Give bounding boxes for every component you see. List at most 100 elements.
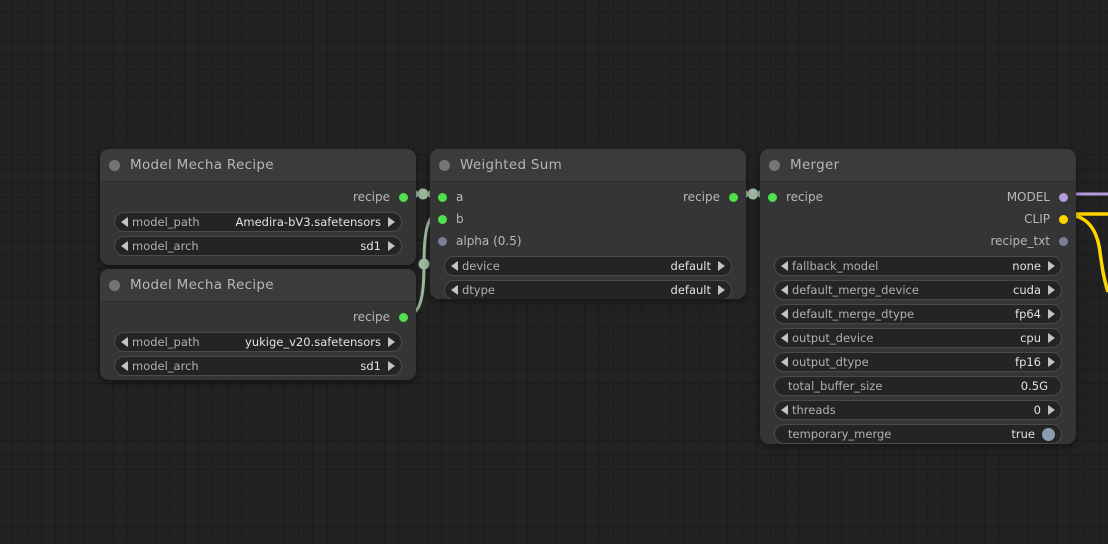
chevron-right-icon[interactable]	[388, 361, 395, 371]
widget-label: default_merge_dtype	[792, 307, 915, 321]
widget-value: yukige_v20.safetensors	[245, 335, 381, 349]
widget-label: model_path	[132, 335, 200, 349]
widget-label: model_path	[132, 215, 200, 229]
node-header[interactable]: Merger	[760, 149, 1076, 182]
widget-label: dtype	[462, 283, 495, 297]
output-socket-recipe-txt[interactable]	[1059, 236, 1068, 246]
output-socket-recipe[interactable]	[399, 192, 408, 202]
node-header[interactable]: Weighted Sum	[430, 149, 746, 182]
collapse-dot-icon[interactable]	[109, 159, 120, 171]
widget-label: threads	[792, 403, 836, 417]
chevron-right-icon[interactable]	[1048, 405, 1055, 415]
chevron-right-icon[interactable]	[1048, 285, 1055, 295]
chevron-right-icon[interactable]	[718, 261, 725, 271]
widget-value: fp16	[1015, 355, 1041, 369]
chevron-left-icon[interactable]	[781, 333, 788, 343]
chevron-right-icon[interactable]	[388, 217, 395, 227]
node-model-mecha-recipe-2[interactable]: Model Mecha Recipe recipe model_path yuk…	[100, 269, 416, 380]
widget-value: fp64	[1015, 307, 1041, 321]
output-slot-recipe[interactable]: recipe	[100, 306, 416, 328]
output-label: recipe	[683, 190, 720, 204]
widget-label: output_device	[792, 331, 874, 345]
node-body: recipe MODEL CLIP recipe_txt fallback_mo…	[760, 182, 1076, 444]
chevron-right-icon[interactable]	[388, 337, 395, 347]
node-weighted-sum[interactable]: Weighted Sum a recipe b alpha (0.5) devi…	[430, 149, 746, 299]
widget-model-arch[interactable]: model_arch sd1	[114, 356, 402, 376]
input-slot-b[interactable]: b	[430, 208, 746, 230]
link-midpoint-marker-b[interactable]	[418, 258, 430, 270]
widget-output-device[interactable]: output_device cpu	[774, 328, 1062, 348]
chevron-left-icon[interactable]	[451, 285, 458, 295]
node-merger[interactable]: Merger recipe MODEL CLIP recipe_txt fall…	[760, 149, 1076, 444]
widget-model-path[interactable]: model_path Amedira-bV3.safetensors	[114, 212, 402, 232]
output-socket-recipe[interactable]	[399, 312, 408, 322]
output-slot-model[interactable]: MODEL	[760, 186, 1076, 208]
output-slot-recipe[interactable]: recipe	[100, 186, 416, 208]
input-label: alpha (0.5)	[456, 234, 522, 248]
input-socket-b[interactable]	[438, 214, 447, 224]
link-midpoint-marker-a[interactable]	[416, 188, 430, 200]
collapse-dot-icon[interactable]	[109, 279, 120, 291]
output-label: MODEL	[1006, 190, 1050, 204]
widget-default-merge-device[interactable]: default_merge_device cuda	[774, 280, 1062, 300]
widget-label: total_buffer_size	[788, 379, 883, 393]
node-title: Merger	[790, 157, 840, 173]
widget-dtype[interactable]: dtype default	[444, 280, 732, 299]
collapse-dot-icon[interactable]	[769, 159, 780, 171]
input-socket-alpha[interactable]	[438, 236, 447, 246]
output-slot-recipe[interactable]: recipe	[430, 186, 746, 208]
chevron-left-icon[interactable]	[121, 217, 128, 227]
widget-default-merge-dtype[interactable]: default_merge_dtype fp64	[774, 304, 1062, 324]
chevron-left-icon[interactable]	[781, 309, 788, 319]
chevron-left-icon[interactable]	[781, 261, 788, 271]
widget-label: model_arch	[132, 239, 199, 253]
widget-value: sd1	[360, 359, 381, 373]
toggle-switch-icon[interactable]	[1042, 427, 1055, 441]
chevron-right-icon[interactable]	[718, 285, 725, 295]
node-header[interactable]: Model Mecha Recipe	[100, 149, 416, 182]
chevron-left-icon[interactable]	[121, 361, 128, 371]
widget-device[interactable]: device default	[444, 256, 732, 276]
widget-total-buffer-size[interactable]: total_buffer_size 0.5G	[774, 376, 1062, 396]
chevron-right-icon[interactable]	[388, 241, 395, 251]
node-header[interactable]: Model Mecha Recipe	[100, 269, 416, 302]
chevron-right-icon[interactable]	[1048, 357, 1055, 367]
widget-model-arch[interactable]: model_arch sd1	[114, 236, 402, 256]
node-graph-canvas[interactable]: Model Mecha Recipe recipe model_path Ame…	[0, 0, 1108, 544]
widget-value: none	[1012, 259, 1041, 273]
widget-threads[interactable]: threads 0	[774, 400, 1062, 420]
output-socket-clip[interactable]	[1059, 214, 1068, 224]
widget-value: cuda	[1013, 283, 1041, 297]
chevron-left-icon[interactable]	[121, 241, 128, 251]
output-slot-recipe-txt[interactable]: recipe_txt	[760, 230, 1076, 252]
output-socket-recipe[interactable]	[729, 192, 738, 202]
widget-temporary-merge[interactable]: temporary_merge true	[774, 424, 1062, 444]
widget-value: 0.5G	[1020, 379, 1048, 393]
link-midpoint-marker-merger[interactable]	[746, 188, 760, 200]
widget-label: device	[462, 259, 500, 273]
widget-value: 0	[1033, 403, 1041, 417]
chevron-left-icon[interactable]	[781, 285, 788, 295]
widget-fallback-model[interactable]: fallback_model none	[774, 256, 1062, 276]
chevron-right-icon[interactable]	[1048, 309, 1055, 319]
widget-output-dtype[interactable]: output_dtype fp16	[774, 352, 1062, 372]
widget-model-path[interactable]: model_path yukige_v20.safetensors	[114, 332, 402, 352]
widget-label: temporary_merge	[788, 427, 892, 441]
output-slot-clip[interactable]: CLIP	[760, 208, 1076, 230]
chevron-right-icon[interactable]	[1048, 261, 1055, 271]
widget-label: output_dtype	[792, 355, 869, 369]
node-model-mecha-recipe-1[interactable]: Model Mecha Recipe recipe model_path Ame…	[100, 149, 416, 265]
node-body: recipe model_path yukige_v20.safetensors…	[100, 302, 416, 376]
chevron-right-icon[interactable]	[1048, 333, 1055, 343]
widget-value: cpu	[1020, 331, 1041, 345]
chevron-left-icon[interactable]	[451, 261, 458, 271]
output-socket-model[interactable]	[1059, 192, 1068, 202]
chevron-left-icon[interactable]	[781, 357, 788, 367]
widget-label: default_merge_device	[792, 283, 919, 297]
collapse-dot-icon[interactable]	[439, 159, 450, 171]
chevron-left-icon[interactable]	[781, 405, 788, 415]
node-title: Weighted Sum	[460, 157, 563, 173]
chevron-left-icon[interactable]	[121, 337, 128, 347]
output-label: recipe	[353, 310, 390, 324]
input-slot-alpha[interactable]: alpha (0.5)	[430, 230, 746, 252]
